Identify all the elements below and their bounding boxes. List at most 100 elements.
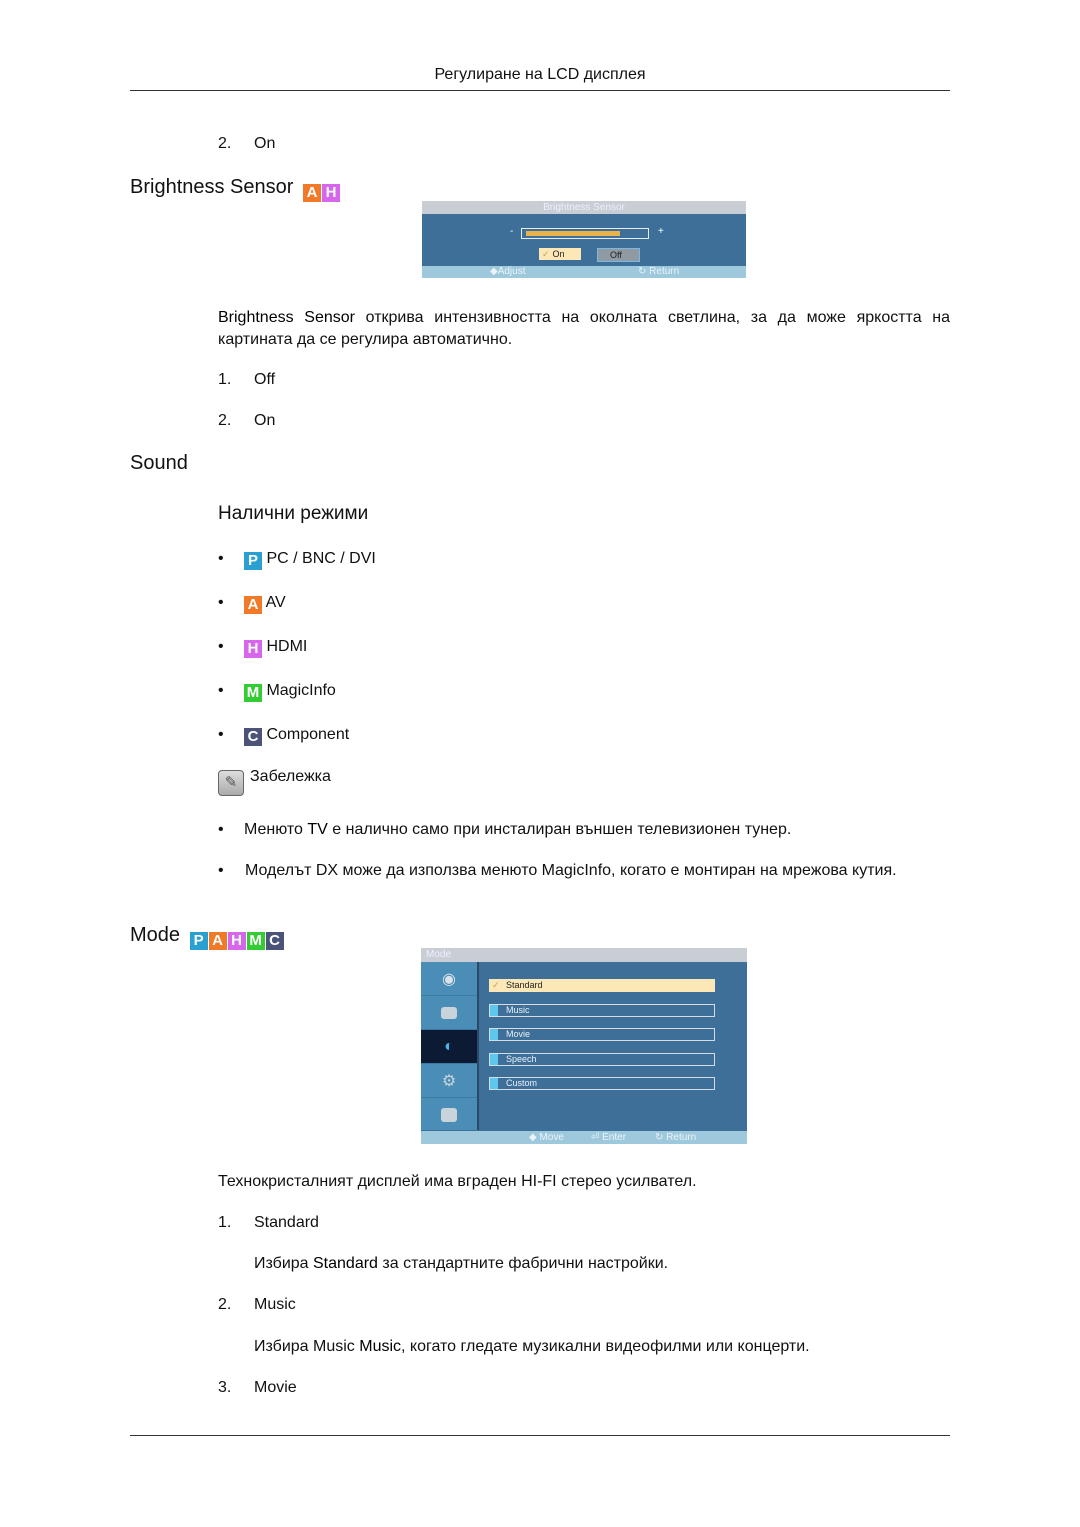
subheading-available-modes: Налични режими: [218, 503, 369, 524]
osd-sidebar: ◉ ◐ ⚙: [421, 962, 479, 1130]
item-number: 1.: [218, 1214, 232, 1231]
av-badge-icon: A: [244, 596, 262, 614]
return-hint: ↻ Return: [638, 266, 680, 277]
bullet: •: [218, 682, 224, 699]
return-icon: ↻: [638, 266, 650, 277]
sidebar-item-picture[interactable]: [421, 996, 477, 1030]
sound-mode-standard[interactable]: ✓ Standard: [489, 979, 715, 992]
item-label: Music: [254, 1296, 296, 1313]
check-icon: ✓: [492, 980, 500, 990]
item-label: On: [254, 135, 276, 152]
osd-minus: -: [510, 226, 514, 237]
mode-label: PC / BNC / DVI: [266, 550, 376, 567]
item-label: On: [254, 412, 276, 429]
sound-mode-speech[interactable]: Speech: [489, 1052, 715, 1066]
sidebar-item-multi-control[interactable]: [421, 1098, 477, 1131]
osd-title: Brightness Sensor: [422, 201, 746, 214]
osd-title: Mode: [421, 948, 747, 962]
pc-badge-icon: P: [244, 552, 262, 570]
item-label: Standard: [254, 1214, 319, 1231]
brightness-slider[interactable]: [521, 228, 649, 239]
mode-list-item: • P PC / BNC / DVI: [218, 549, 376, 570]
item-description: Избира Standard за стандартните фабрични…: [254, 1255, 669, 1272]
osd-on-option[interactable]: ✓ On: [539, 248, 581, 260]
item-number: 3.: [218, 1379, 232, 1396]
return-hint: ↻ Return: [655, 1132, 697, 1143]
mode-label: MagicInfo: [266, 682, 336, 699]
pc-badge-icon: P: [189, 932, 208, 950]
note-text: Моделът DX може да използва менюто Magic…: [245, 862, 897, 879]
hdmi-badge-icon: H: [227, 932, 246, 950]
list-item: 2. On: [218, 411, 275, 431]
osd-plus: +: [658, 226, 664, 237]
brightness-sensor-osd: Brightness Sensor - + ✓ On Off ◆Adjust ↻ …: [422, 201, 746, 278]
item-number: 2.: [218, 135, 232, 152]
mode-list-item: • C Component: [218, 725, 349, 746]
sound-mode-custom[interactable]: Custom: [489, 1077, 715, 1090]
mode-label: HDMI: [266, 638, 308, 655]
bullet: •: [218, 821, 224, 838]
hdmi-badge-icon: H: [321, 184, 340, 202]
enter-hint: ⏎ Enter: [591, 1132, 627, 1143]
item-description: Избира Music Music, когато гледате музик…: [254, 1338, 810, 1355]
gear-icon: ⚙: [441, 1072, 457, 1090]
osd-footer: ◆ Move ⏎ Enter ↻ Return: [421, 1131, 747, 1144]
section-heading-sound: Sound: [130, 452, 188, 474]
up-down-arrows-icon: ◆: [529, 1132, 540, 1143]
note-label: Забележка: [250, 768, 331, 785]
bullet: •: [218, 594, 224, 611]
move-hint: ◆ Move: [529, 1132, 564, 1143]
left-right-arrows-icon: ◆: [490, 266, 498, 277]
page-header-title: Регулиране на LCD дисплея: [434, 66, 646, 83]
section-heading-brightness-sensor: Brightness Sensor AH: [130, 176, 341, 202]
magicinfo-badge-icon: M: [244, 684, 262, 702]
list-item: 1. Off: [218, 370, 275, 390]
monitor-icon: [441, 1107, 457, 1122]
mode-list-item: • M MagicInfo: [218, 681, 336, 702]
footer-rule: [130, 1435, 950, 1436]
header-rule: [130, 90, 950, 91]
slider-fill: [526, 231, 621, 236]
list-item: 1. Standard: [218, 1213, 319, 1233]
note-item: • Моделът DX може да използва менюто Mag…: [218, 860, 950, 882]
brightness-sensor-description: Brightness Sensor открива интензивността…: [218, 307, 950, 351]
desc-bold: Brightness Sensor: [218, 309, 355, 326]
heading-text: Mode: [130, 924, 181, 946]
sound-mode-movie[interactable]: Movie: [489, 1028, 715, 1041]
mode-label: Component: [266, 726, 350, 743]
note-item: • Менюто TV е налично само при инсталиран…: [218, 821, 792, 838]
item-number: 2.: [218, 412, 232, 429]
bullet: •: [218, 638, 224, 655]
magicinfo-badge-icon: M: [246, 932, 265, 950]
off-label: Off: [610, 250, 622, 260]
bullet: •: [218, 862, 224, 879]
av-badge-icon: A: [208, 932, 227, 950]
mode-label: AV: [265, 594, 286, 611]
section-heading-mode: Mode PAHMC: [130, 924, 285, 950]
osd-off-option[interactable]: Off: [597, 248, 640, 262]
bullet: •: [218, 550, 224, 567]
picture-icon: [441, 1006, 457, 1019]
sidebar-item-sound[interactable]: ◐: [421, 1030, 477, 1064]
bullet: •: [218, 726, 224, 743]
mode-badges: PAHMC: [189, 926, 285, 950]
heading-text: Brightness Sensor: [130, 176, 294, 198]
sound-mode-list: ✓ Standard Music Movie Speech Custom: [489, 979, 715, 1102]
item-number: 2.: [218, 1296, 232, 1313]
on-label: On: [552, 249, 565, 259]
return-icon: ↻: [655, 1132, 667, 1143]
sidebar-item-setup[interactable]: ⚙: [421, 1064, 477, 1098]
sound-mode-music[interactable]: Music: [489, 1003, 715, 1017]
component-badge-icon: C: [265, 932, 284, 950]
item-label: Movie: [254, 1379, 297, 1396]
mode-list-item: • A AV: [218, 593, 286, 614]
sidebar-item-input[interactable]: ◉: [421, 962, 477, 996]
check-icon: ✓: [542, 249, 550, 259]
input-icon: ◉: [442, 970, 456, 988]
adjust-hint: ◆Adjust: [490, 266, 526, 277]
note-heading: ✎ Забележка: [218, 767, 331, 796]
item-label: Off: [254, 371, 276, 388]
list-item: 2. On: [218, 134, 275, 154]
list-item: 3. Movie: [218, 1378, 297, 1398]
enter-icon: ⏎: [591, 1132, 603, 1143]
